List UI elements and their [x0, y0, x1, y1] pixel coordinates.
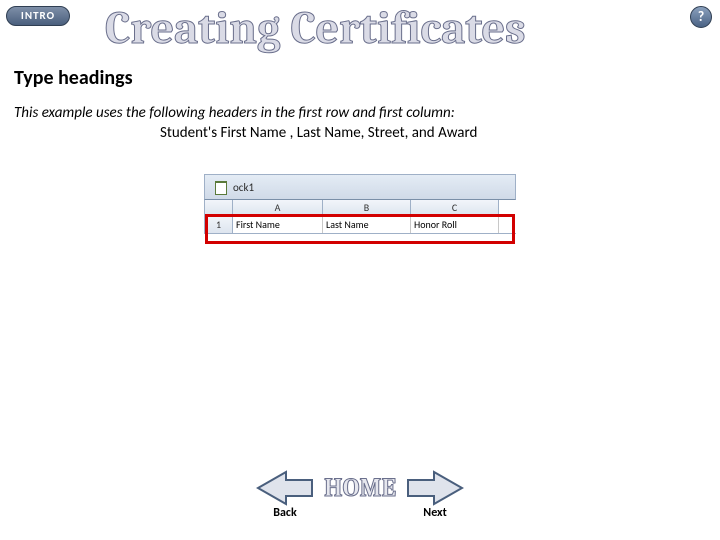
column-header-a: A [233, 200, 323, 216]
column-header-row: A B C [204, 200, 516, 216]
document-icon [215, 181, 227, 195]
subheading: Type headings [14, 66, 133, 90]
description-line-1: This example uses the following headers … [14, 104, 455, 122]
data-row-1: 1 First Name Last Name Honor Roll [204, 216, 516, 234]
nav-bar: Back HOME Next [0, 470, 720, 520]
back-button[interactable]: Back [256, 470, 314, 520]
next-label: Next [423, 506, 446, 520]
cell-c1: Honor Roll [411, 216, 499, 233]
spreadsheet-screenshot: ock1 A B C 1 First Name Last Name Honor … [204, 174, 516, 234]
column-header-c: C [411, 200, 499, 216]
cell-b1: Last Name [323, 216, 411, 233]
arrow-left-icon [256, 470, 314, 506]
description-line-2: Student's First Name , Last Name, Street… [160, 124, 477, 142]
column-header-b: B [323, 200, 411, 216]
home-button[interactable]: HOME [324, 473, 396, 503]
arrow-right-icon [406, 470, 464, 506]
help-button[interactable]: ? [690, 6, 712, 28]
spreadsheet-titlebar: ock1 [204, 174, 516, 200]
intro-pill[interactable]: INTRO [6, 6, 70, 26]
corner-cell [205, 200, 233, 216]
next-button[interactable]: Next [406, 470, 464, 520]
cell-a1: First Name [233, 216, 323, 233]
back-label: Back [273, 506, 296, 520]
page-title: Creating Certificates [105, 2, 526, 55]
row-header-1: 1 [205, 216, 233, 233]
document-name: ock1 [233, 181, 254, 194]
